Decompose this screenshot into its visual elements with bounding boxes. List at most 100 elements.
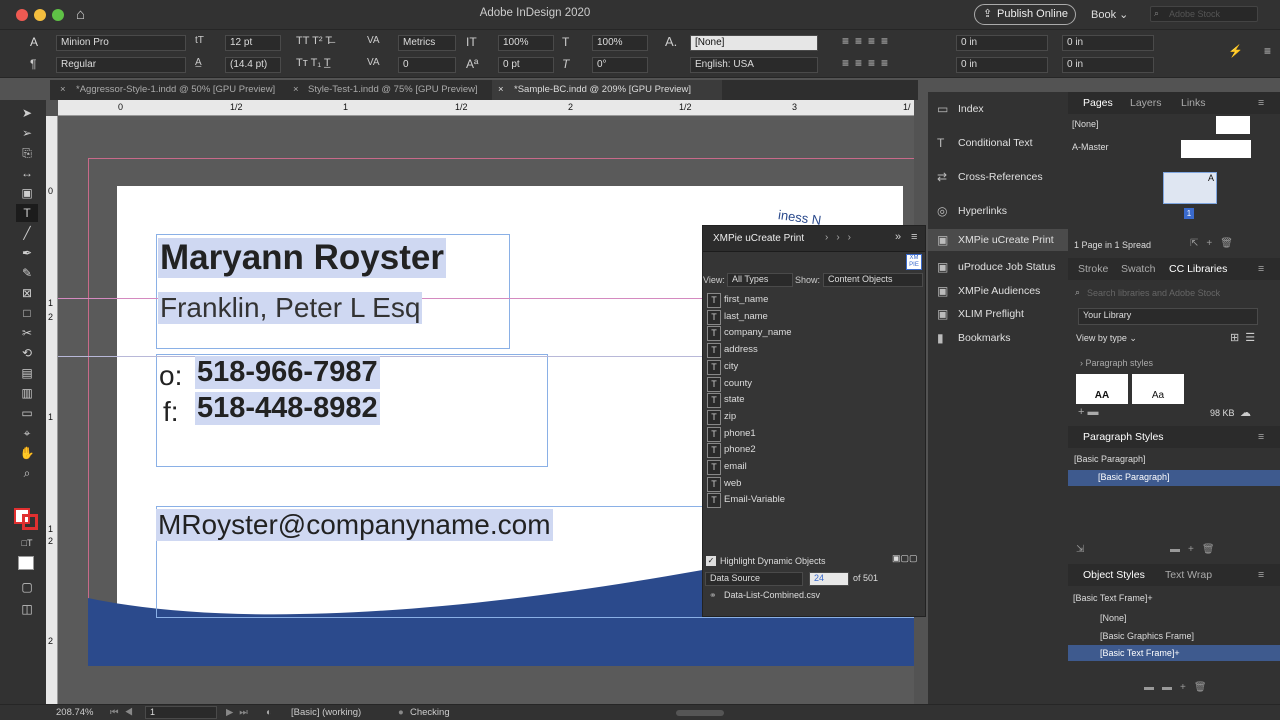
expand-panel-icon[interactable]: »: [895, 231, 901, 243]
horizontal-scale-field[interactable]: 100%: [592, 35, 648, 51]
zoom-tool-icon[interactable]: ⌕: [16, 464, 38, 482]
rectangle-tool-icon[interactable]: □: [16, 304, 38, 322]
font-size-field[interactable]: 12 pt: [225, 35, 281, 51]
first-line-indent-field[interactable]: 0 in: [956, 57, 1048, 73]
close-tab-icon[interactable]: ×: [498, 80, 504, 100]
list-item[interactable]: phone1: [707, 426, 756, 442]
card-fax[interactable]: 518-448-8982: [195, 392, 380, 425]
panel-item-index[interactable]: ▭ Index: [928, 93, 1068, 125]
view-toggle-icons[interactable]: ▣▢▢: [892, 553, 924, 567]
panel-menu-icon[interactable]: ≡: [911, 231, 917, 243]
panel-item-cross-references[interactable]: ⇄ Cross-References: [928, 161, 1068, 193]
card-name[interactable]: Maryann Royster: [158, 238, 446, 278]
pencil-tool-icon[interactable]: ✎: [16, 264, 38, 282]
panel-item-xmpie-ucreate[interactable]: ▣ XMPie uCreate Print: [928, 229, 1068, 251]
list-item[interactable]: email: [707, 459, 747, 475]
horizontal-scrollbar[interactable]: [676, 710, 724, 716]
card-office-phone[interactable]: 518-966-7987: [195, 356, 380, 389]
character-mode-icon[interactable]: A: [30, 35, 44, 49]
list-item[interactable]: city: [707, 359, 738, 375]
list-item[interactable]: zip: [707, 409, 736, 425]
show-select[interactable]: Content Objects: [823, 273, 923, 287]
type-tool-icon[interactable]: T: [16, 204, 38, 222]
gradient-feather-tool-icon[interactable]: ▥: [16, 384, 38, 402]
lightning-icon[interactable]: ⚡: [1228, 44, 1243, 58]
kerning-field[interactable]: Metrics: [398, 35, 456, 51]
screen-mode-icon[interactable]: ◫: [16, 600, 38, 618]
character-style-select[interactable]: [None]: [690, 35, 818, 51]
view-mode-icon[interactable]: ▢: [16, 578, 38, 596]
pen-tool-icon[interactable]: ✒: [16, 244, 38, 262]
rectangle-frame-tool-icon[interactable]: ⊠: [16, 284, 38, 302]
tab-style-test[interactable]: × Style-Test-1.indd @ 75% [GPU Preview]: [288, 80, 490, 100]
record-number-field[interactable]: 24: [809, 572, 849, 586]
formatting-affects-icon[interactable]: □T: [16, 534, 38, 552]
paragraph-styles-section[interactable]: › Paragraph styles: [1080, 358, 1153, 368]
tab-stroke[interactable]: Stroke: [1078, 258, 1108, 280]
justify-icon[interactable]: ≡≡≡≡: [842, 56, 894, 70]
leading-field[interactable]: (14.4 pt): [225, 57, 281, 73]
none-master-thumbnail[interactable]: [1216, 116, 1250, 134]
direct-selection-tool-icon[interactable]: ➢: [16, 124, 38, 142]
panel-menu-icon[interactable]: ≡: [1258, 426, 1264, 448]
apply-none-icon[interactable]: [18, 556, 34, 570]
panel-item-hyperlinks[interactable]: ◎ Hyperlinks: [928, 195, 1068, 227]
object-style-item[interactable]: [Basic Text Frame]+: [1068, 645, 1280, 661]
close-tab-icon[interactable]: ×: [60, 80, 66, 100]
eyedropper-tool-icon[interactable]: ⌖: [16, 424, 38, 442]
note-tool-icon[interactable]: ▭: [16, 404, 38, 422]
page-tool-icon[interactable]: ⎘: [16, 144, 38, 162]
list-item[interactable]: county: [707, 376, 752, 392]
list-item[interactable]: Email-Variable: [707, 492, 785, 509]
panel-item-conditional-text[interactable]: T Conditional Text: [928, 127, 1068, 159]
publish-online-button[interactable]: ⇪ Publish Online: [974, 4, 1076, 25]
list-item[interactable]: address: [707, 342, 758, 359]
a-master[interactable]: A-Master: [1072, 142, 1109, 152]
tab-cc-libraries[interactable]: CC Libraries: [1169, 258, 1227, 280]
panel-arrows-icon[interactable]: ›››: [825, 232, 859, 243]
paragraph-mode-icon[interactable]: ¶: [30, 57, 36, 71]
data-source-select[interactable]: Data Source: [705, 572, 803, 586]
list-item[interactable]: company_name: [707, 325, 792, 342]
library-select[interactable]: Your Library: [1078, 308, 1258, 325]
panel-menu-icon[interactable]: ≡: [1258, 258, 1264, 280]
page-number-select[interactable]: 1: [145, 706, 217, 719]
grid-list-icons[interactable]: ⊞☰: [1230, 331, 1261, 344]
preflight-profile[interactable]: [Basic] (working): [291, 707, 361, 718]
view-by-type[interactable]: View by type ⌄: [1076, 333, 1137, 344]
workspace-switcher[interactable]: Book ⌄: [1091, 8, 1128, 21]
list-item[interactable]: last_name: [707, 309, 768, 325]
stock-search-input[interactable]: ⌕ Adobe Stock: [1150, 6, 1258, 22]
tab-sample-bc[interactable]: × *Sample-BC.indd @ 209% [GPU Preview]: [492, 80, 722, 100]
card-company[interactable]: Franklin, Peter L Esq: [158, 292, 423, 324]
line-tool-icon[interactable]: ╱: [16, 224, 38, 242]
library-search-input[interactable]: ⌕ Search libraries and Adobe Stock: [1073, 286, 1273, 302]
font-family-select[interactable]: Minion Pro: [56, 35, 186, 51]
list-item[interactable]: web: [707, 476, 741, 492]
library-item-thumbnail[interactable]: AA: [1076, 374, 1128, 404]
left-indent-field[interactable]: 0 in: [956, 35, 1048, 51]
panel-item-audiences[interactable]: ▣ XMPie Audiences: [928, 280, 1068, 302]
tab-aggressor-style[interactable]: × *Aggressor-Style-1.indd @ 50% [GPU Prev…: [54, 80, 282, 100]
close-tab-icon[interactable]: ×: [293, 80, 299, 100]
tab-layers[interactable]: Layers: [1130, 92, 1162, 114]
view-select[interactable]: All Types: [727, 273, 793, 287]
all-caps-icon[interactable]: TT T² T̶: [296, 35, 332, 47]
hand-tool-icon[interactable]: ✋: [16, 444, 38, 462]
object-style-actions[interactable]: ▬▬+🗑: [1144, 682, 1215, 693]
panel-item-uproduce[interactable]: ▣ uProduce Job Status: [928, 256, 1068, 278]
content-collector-icon[interactable]: ▣: [16, 184, 38, 202]
page-spread-icon[interactable]: ◐: [266, 707, 272, 718]
highlight-checkbox[interactable]: ✓: [706, 556, 716, 566]
library-item-thumbnail[interactable]: Aa: [1132, 374, 1184, 404]
page-1-thumbnail[interactable]: A: [1163, 172, 1217, 204]
language-select[interactable]: English: USA: [690, 57, 818, 73]
selection-tool-icon[interactable]: ➤: [16, 104, 38, 122]
gap-tool-icon[interactable]: ↔: [16, 164, 38, 182]
stroke-swatch[interactable]: [22, 514, 38, 530]
free-transform-tool-icon[interactable]: ⟲: [16, 344, 38, 362]
pages-actions-icons[interactable]: ⇱+🗑: [1190, 238, 1241, 249]
list-item[interactable]: state: [707, 392, 745, 409]
paragraph-styles-title[interactable]: Paragraph Styles: [1083, 426, 1164, 448]
tab-links[interactable]: Links: [1181, 92, 1206, 114]
